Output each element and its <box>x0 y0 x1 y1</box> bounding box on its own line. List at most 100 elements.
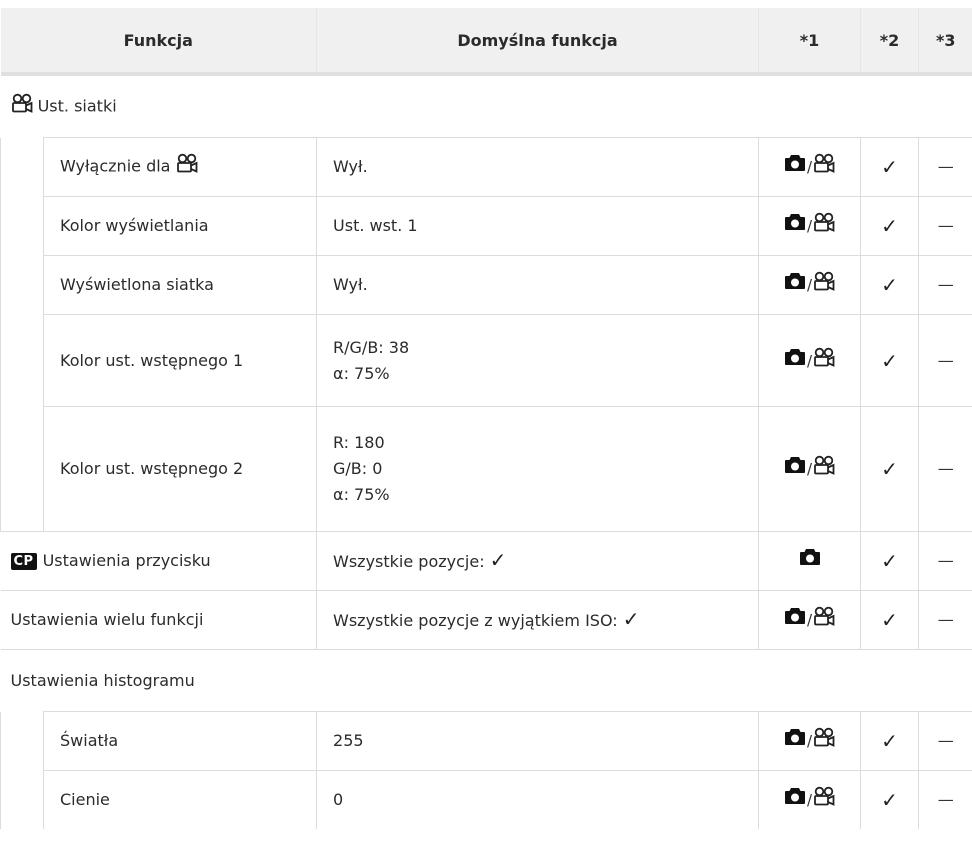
slash-separator: / <box>806 276 813 294</box>
mode-cell: / <box>758 137 861 197</box>
check-mark: ✓ <box>860 137 919 197</box>
table-row: Kolor ust. wstępnego 2 R: 180 G/B: 0 α: … <box>0 406 972 532</box>
section-grid-row: Ust. siatki <box>0 73 972 138</box>
mode-cell: / <box>758 314 861 407</box>
movie-camera-icon <box>813 153 835 181</box>
default-cell: 255 <box>316 711 759 771</box>
still-camera-icon <box>784 348 806 374</box>
function-cell: Ustawienia wielu funkcji <box>0 590 317 650</box>
table-row: Kolor wyświetlania Ust. wst. 1 / ✓ — <box>0 196 972 256</box>
indent-cell <box>0 314 44 407</box>
section-grid: Ust. siatki <box>0 73 972 138</box>
section-histogram: Ustawienia histogramu <box>0 649 972 712</box>
dash-mark: — <box>918 590 972 650</box>
still-camera-icon <box>784 154 806 180</box>
table-header-row: Funkcja Domyślna funkcja *1 *2 *3 <box>0 8 972 76</box>
still-camera-icon <box>784 728 806 754</box>
still-camera-icon <box>799 548 821 574</box>
mode-cell: / <box>758 711 861 771</box>
default-cell: R/G/B: 38 α: 75% <box>316 314 759 407</box>
section-histogram-row: Ustawienia histogramu <box>0 649 972 712</box>
movie-camera-icon <box>813 606 835 634</box>
default-cell: Wył. <box>316 255 759 315</box>
movie-camera-icon <box>813 212 835 240</box>
function-cell: Wyłącznie dla <box>42 137 317 197</box>
default-line: G/B: 0 <box>333 459 383 478</box>
movie-camera-icon <box>813 727 835 755</box>
function-label: Ustawienia przycisku <box>42 551 211 570</box>
mode-cell <box>758 531 861 591</box>
indent-cell <box>0 137 44 197</box>
indent-cell <box>0 255 44 315</box>
indent-cell <box>0 770 44 829</box>
table-row: Wyłącznie dla Wył. / ✓ — <box>0 137 972 197</box>
dash-mark: — <box>918 314 972 407</box>
header-function: Funkcja <box>0 8 317 76</box>
function-cell: Cienie <box>42 770 317 829</box>
dash-mark: — <box>918 531 972 591</box>
movie-camera-icon <box>813 271 835 299</box>
settings-table: Funkcja Domyślna funkcja *1 *2 *3 Ust. s… <box>0 8 972 829</box>
function-label: Wyłącznie dla <box>60 156 171 176</box>
check-mark: ✓ <box>489 548 507 572</box>
slash-separator: / <box>806 791 813 809</box>
default-line: R: 180 <box>333 433 385 452</box>
dash-mark: — <box>918 137 972 197</box>
check-mark: ✓ <box>860 406 919 532</box>
slash-separator: / <box>806 217 813 235</box>
check-mark: ✓ <box>860 770 919 829</box>
check-mark: ✓ <box>622 607 640 631</box>
movie-camera-icon <box>813 455 835 483</box>
table-row: Ustawienia wielu funkcji Wszystkie pozyc… <box>0 590 972 650</box>
function-cell: Światła <box>42 711 317 771</box>
still-camera-icon <box>784 607 806 633</box>
function-cell: Kolor ust. wstępnego 2 <box>42 406 317 532</box>
function-cell: Kolor ust. wstępnego 1 <box>42 314 317 407</box>
default-text: Wszystkie pozycje: <box>333 552 485 571</box>
indent-cell <box>0 711 44 771</box>
mode-cell: / <box>758 255 861 315</box>
indent-cell <box>0 406 44 532</box>
table-row: CP Ustawienia przycisku Wszystkie pozycje… <box>0 531 972 591</box>
table-row: Kolor ust. wstępnego 1 R/G/B: 38 α: 75% … <box>0 314 972 407</box>
default-line: α: 75% <box>333 485 390 504</box>
header-col-1: *1 <box>758 8 861 76</box>
still-camera-icon <box>784 456 806 482</box>
movie-camera-icon <box>813 347 835 375</box>
table-row: Cienie 0 / ✓ — <box>0 770 972 829</box>
check-mark: ✓ <box>860 255 919 315</box>
check-mark: ✓ <box>860 531 919 591</box>
dash-mark: — <box>918 711 972 771</box>
dash-mark: — <box>918 255 972 315</box>
default-cell: Wył. <box>316 137 759 197</box>
header-default: Domyślna funkcja <box>316 8 759 76</box>
default-text: Wszystkie pozycje z wyjątkiem ISO: <box>333 611 618 630</box>
default-cell: Wszystkie pozycje: ✓ <box>316 531 759 591</box>
default-cell: Ust. wst. 1 <box>316 196 759 256</box>
default-cell: 0 <box>316 770 759 829</box>
mode-cell: / <box>758 770 861 829</box>
slash-separator: / <box>806 611 813 629</box>
check-mark: ✓ <box>860 711 919 771</box>
section-grid-label: Ust. siatki <box>37 96 117 115</box>
default-line: R/G/B: 38 <box>333 337 410 357</box>
default-cell: Wszystkie pozycje z wyjątkiem ISO: ✓ <box>316 590 759 650</box>
check-mark: ✓ <box>860 590 919 650</box>
default-cell: R: 180 G/B: 0 α: 75% <box>316 406 759 532</box>
still-camera-icon <box>784 213 806 239</box>
function-cell: CP Ustawienia przycisku <box>0 531 317 591</box>
function-cell: Wyświetlona siatka <box>42 255 317 315</box>
dash-mark: — <box>918 406 972 532</box>
movie-camera-icon <box>813 786 835 814</box>
mode-cell: / <box>758 590 861 650</box>
header-col-2: *2 <box>860 8 919 76</box>
table-row: Światła 255 / ✓ — <box>0 711 972 771</box>
check-mark: ✓ <box>860 314 919 407</box>
dash-mark: — <box>918 196 972 256</box>
mode-cell: / <box>758 406 861 532</box>
movie-camera-icon <box>176 153 198 181</box>
still-camera-icon <box>784 272 806 298</box>
slash-separator: / <box>806 158 813 176</box>
indent-cell <box>0 196 44 256</box>
slash-separator: / <box>806 460 813 478</box>
